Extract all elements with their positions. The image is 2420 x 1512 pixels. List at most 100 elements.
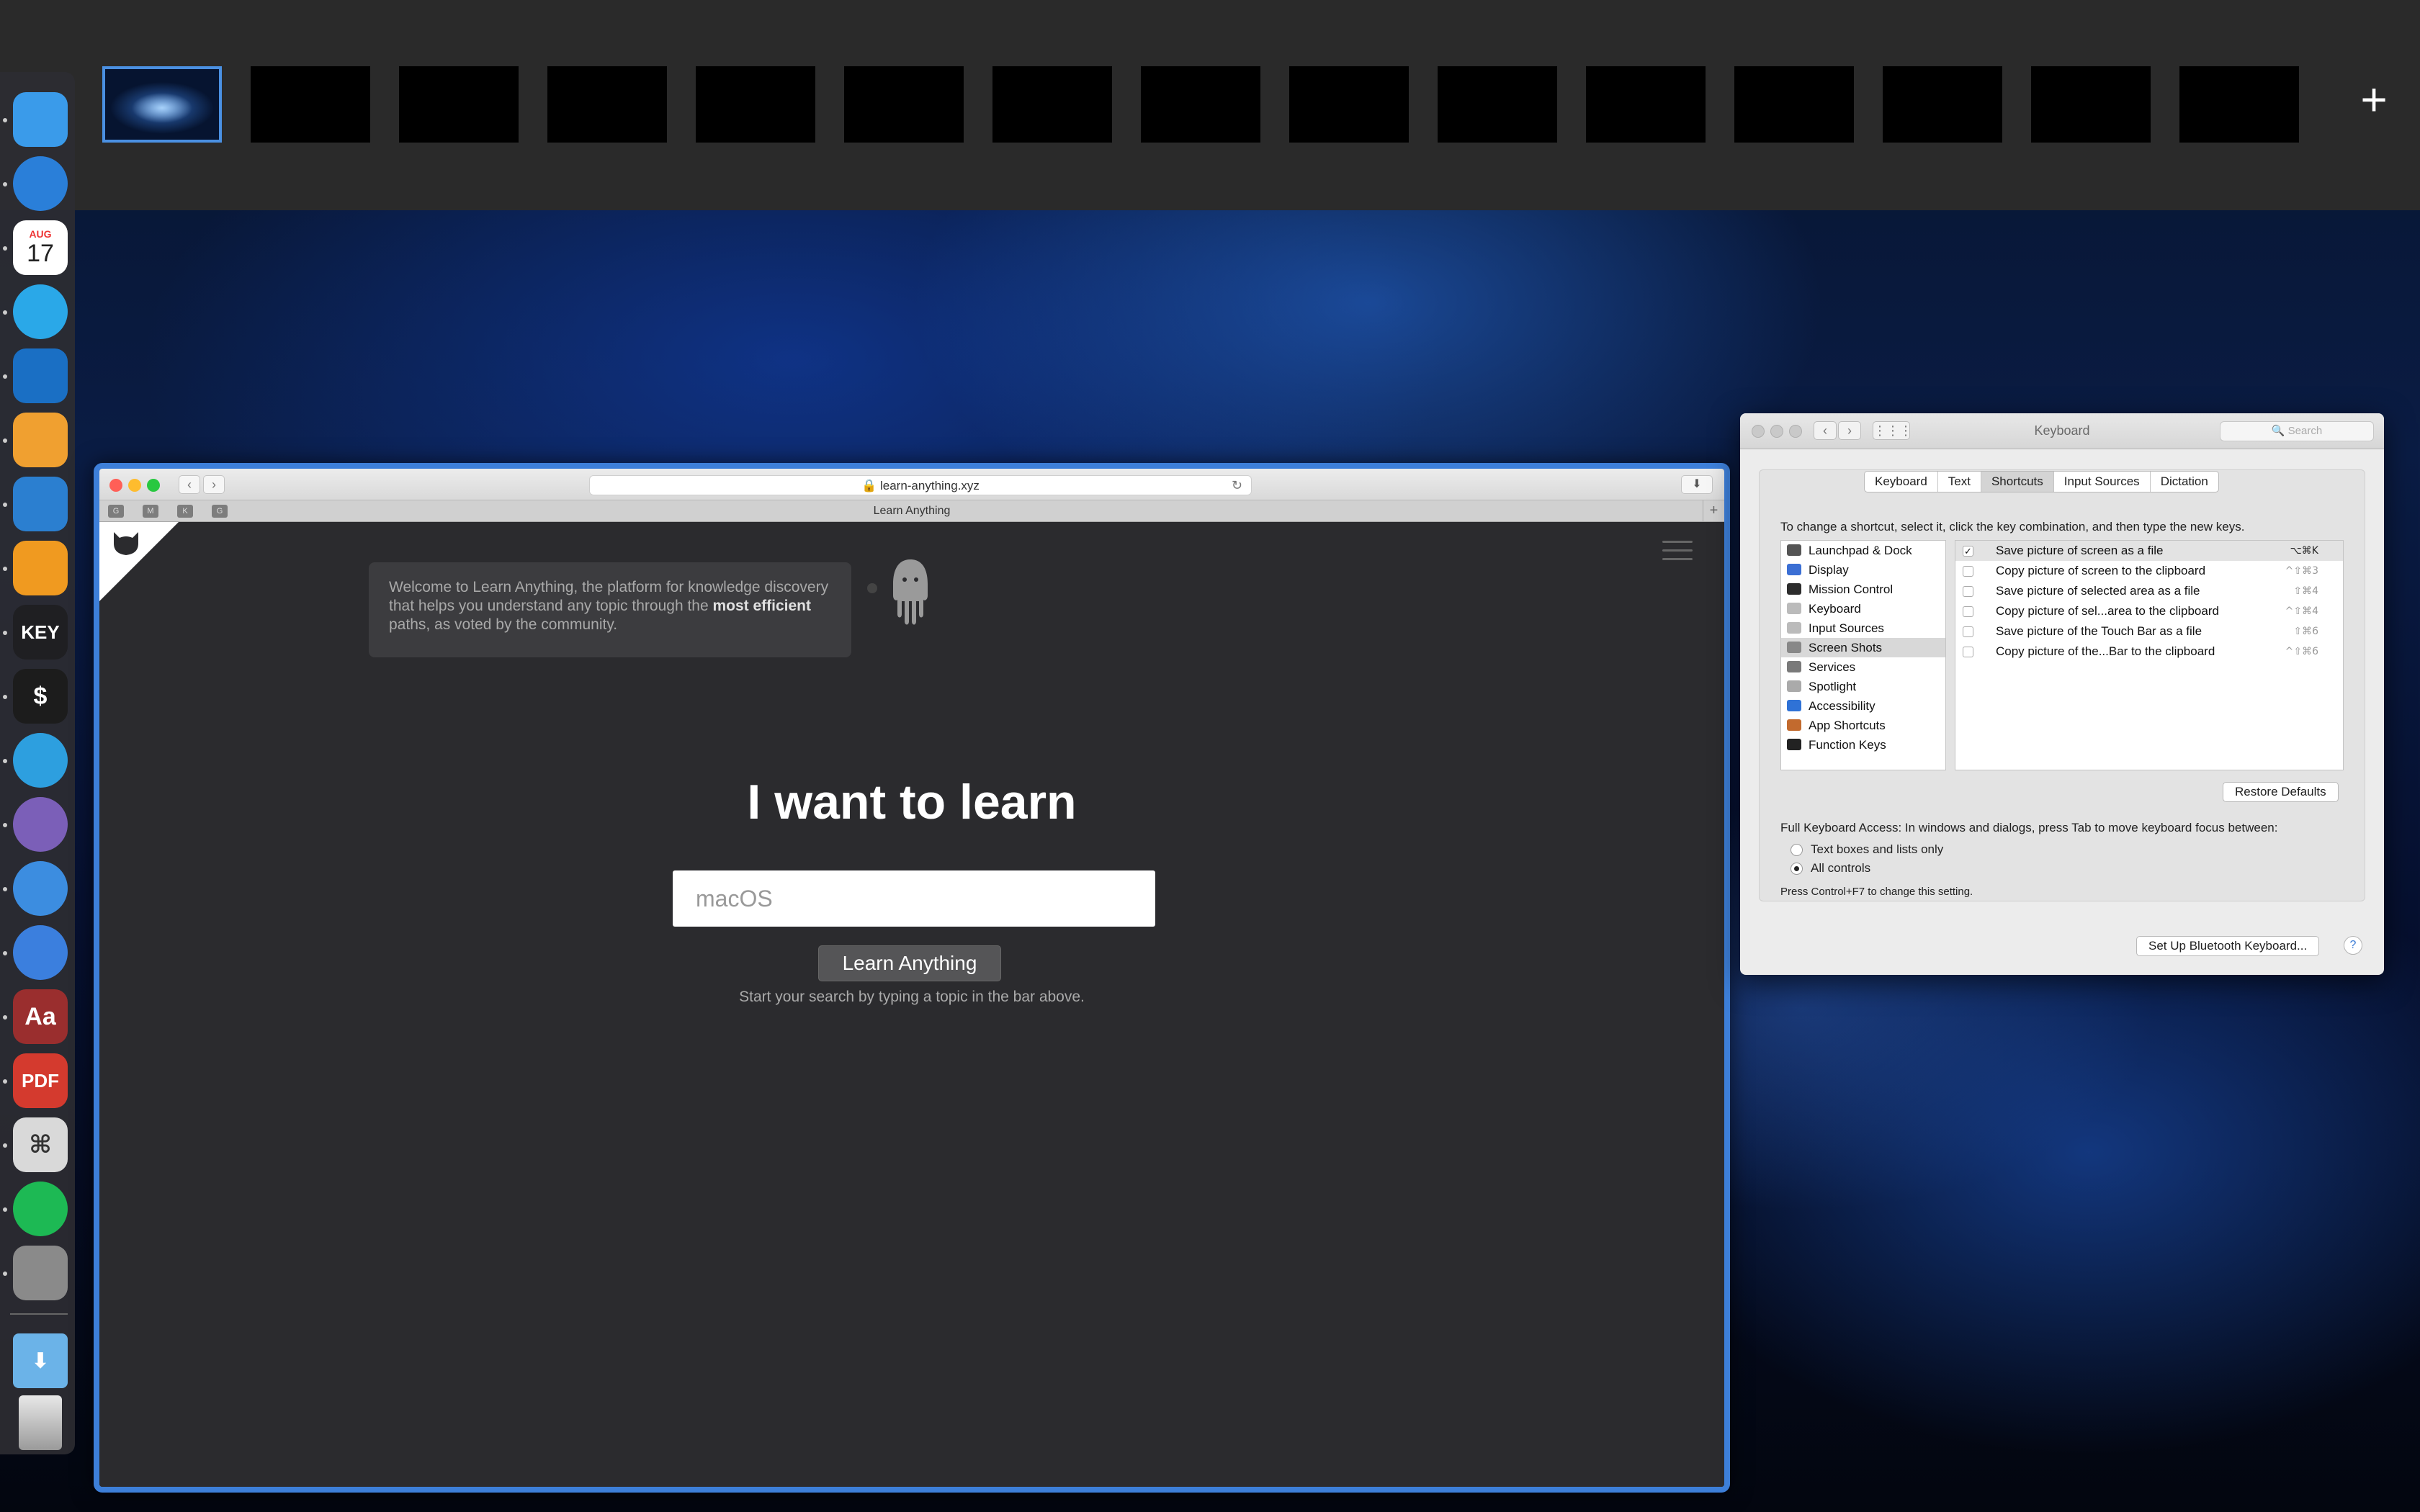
space-thumbnail[interactable] [1734, 66, 1854, 143]
shortcut-keys[interactable]: ⌥⌘K [2290, 541, 2318, 561]
category-icon [1787, 739, 1801, 750]
system-preferences-icon[interactable] [13, 1246, 68, 1300]
space-thumbnail[interactable] [1289, 66, 1409, 143]
close-window-button[interactable] [109, 479, 122, 492]
topic-search-input[interactable] [673, 870, 1155, 927]
shortcut-checkbox[interactable]: ✓ [1963, 546, 1973, 557]
spark-icon[interactable] [13, 925, 68, 980]
shortcut-checkbox[interactable] [1963, 606, 1973, 617]
tab-dictation[interactable]: Dictation [2151, 472, 2218, 492]
radio-button-selected[interactable] [1791, 863, 1803, 875]
category-item[interactable]: Keyboard [1781, 599, 1945, 618]
downloads-icon[interactable]: ⬇ [1681, 475, 1713, 494]
telegram-icon[interactable] [13, 733, 68, 788]
keynote-icon[interactable]: KEY [13, 605, 68, 660]
tweetbot-icon[interactable] [13, 797, 68, 852]
forward-button[interactable]: › [203, 475, 225, 494]
tweetbot-bird-icon[interactable] [13, 861, 68, 916]
tab-shortcuts[interactable]: Shortcuts [1981, 472, 2054, 492]
category-item[interactable]: Accessibility [1781, 696, 1945, 716]
category-item[interactable]: Mission Control [1781, 580, 1945, 599]
trash-icon[interactable] [19, 1395, 62, 1450]
pdf-icon[interactable]: PDF [13, 1053, 68, 1108]
github-octocat-icon[interactable] [109, 529, 143, 558]
shortcut-checkbox[interactable] [1963, 647, 1973, 657]
dictionary-icon[interactable]: Aa [13, 989, 68, 1044]
shortcut-row[interactable]: Copy picture of the...Bar to the clipboa… [1955, 642, 2343, 662]
shortcut-checkbox[interactable] [1963, 566, 1973, 577]
keyboard-preferences-window[interactable]: ‹ › ⋮⋮⋮ Keyboard 🔍 Search Keyboard Text Sh… [1740, 413, 2384, 975]
calendar-month: AUG [29, 228, 52, 240]
space-thumbnail[interactable] [1141, 66, 1260, 143]
space-thumbnail[interactable] [844, 66, 964, 143]
category-item[interactable]: Spotlight [1781, 677, 1945, 696]
terminal-icon[interactable]: $ [13, 669, 68, 724]
space-thumbnail[interactable] [1438, 66, 1557, 143]
shortcut-row[interactable]: Save picture of the Touch Bar as a file ⇧… [1955, 621, 2343, 642]
sublime-icon[interactable] [13, 541, 68, 595]
add-space-button[interactable]: + [2354, 76, 2394, 122]
finder-icon[interactable] [13, 92, 68, 147]
category-item[interactable]: Launchpad & Dock [1781, 541, 1945, 560]
downloads-folder-icon[interactable]: ⬇ [13, 1333, 68, 1388]
space-thumbnail[interactable] [1883, 66, 2002, 143]
category-item[interactable]: Display [1781, 560, 1945, 580]
vscode-icon[interactable] [13, 477, 68, 531]
menu-icon[interactable] [1662, 541, 1693, 562]
zoom-window-button[interactable] [147, 479, 160, 492]
space-thumbnail[interactable] [696, 66, 815, 143]
speech-dot [867, 583, 877, 593]
space-thumbnail[interactable] [547, 66, 667, 143]
space-thumbnail[interactable] [2031, 66, 2151, 143]
shortcut-checkbox[interactable] [1963, 586, 1973, 597]
space-thumbnail[interactable] [2179, 66, 2299, 143]
category-item[interactable]: Screen Shots [1781, 638, 1945, 657]
shortcut-row[interactable]: ✓ Save picture of screen as a file ⌥⌘K [1955, 541, 2343, 561]
shortcut-checkbox[interactable] [1963, 626, 1973, 637]
shortcut-keys[interactable]: ^⇧⌘3 [2285, 561, 2318, 581]
search-field[interactable]: 🔍 Search [2220, 421, 2374, 441]
space-thumbnail[interactable] [102, 66, 222, 143]
things-icon[interactable] [13, 284, 68, 339]
category-item[interactable]: Services [1781, 657, 1945, 677]
tab-title[interactable]: Learn Anything [99, 505, 1724, 518]
restore-defaults-button[interactable]: Restore Defaults [2223, 782, 2339, 802]
space-thumbnail[interactable] [1586, 66, 1706, 143]
space-thumbnail[interactable] [992, 66, 1112, 143]
shortcut-keys[interactable]: ⇧⌘4 [2293, 581, 2318, 601]
help-button[interactable]: ? [2344, 936, 2362, 955]
new-tab-button[interactable]: + [1703, 500, 1724, 522]
shortcut-row[interactable]: Save picture of selected area as a file ⇧… [1955, 581, 2343, 601]
learn-anything-button[interactable]: Learn Anything [818, 945, 1001, 981]
category-icon [1787, 622, 1801, 634]
browser-window[interactable]: ‹ › 🔒 learn-anything.xyz ↻ ⬇ G M K G Lea… [94, 463, 1730, 1493]
address-bar[interactable]: 🔒 learn-anything.xyz ↻ [589, 475, 1252, 495]
category-item[interactable]: Input Sources [1781, 618, 1945, 638]
tab-input-sources[interactable]: Input Sources [2054, 472, 2151, 492]
spotify-icon[interactable] [13, 1182, 68, 1236]
shortcut-keys[interactable]: ⇧⌘6 [2293, 621, 2318, 642]
shortcut-category-list[interactable]: Launchpad & Dock Display Mission Control Ke… [1780, 540, 1946, 770]
shortcut-list[interactable]: ✓ Save picture of screen as a file ⌥⌘K Copy… [1955, 540, 2344, 770]
setup-bluetooth-keyboard-button[interactable]: Set Up Bluetooth Keyboard... [2136, 936, 2320, 956]
space-thumbnail[interactable] [399, 66, 519, 143]
istat-icon[interactable] [13, 413, 68, 467]
welcome-bold: most efficient [712, 598, 812, 614]
category-item[interactable]: App Shortcuts [1781, 716, 1945, 735]
calendar-icon[interactable]: AUG 17 [13, 220, 68, 275]
tab-text[interactable]: Text [1938, 472, 1981, 492]
script-editor-icon[interactable]: ⌘ [13, 1117, 68, 1172]
trello-icon[interactable] [13, 348, 68, 403]
category-item[interactable]: Function Keys [1781, 735, 1945, 755]
minimize-window-button[interactable] [128, 479, 141, 492]
shortcut-row[interactable]: Copy picture of screen to the clipboard ^… [1955, 561, 2343, 581]
space-thumbnail[interactable] [251, 66, 370, 143]
shortcut-row[interactable]: Copy picture of sel...area to the clipbo… [1955, 601, 2343, 621]
back-button[interactable]: ‹ [179, 475, 200, 494]
radio-button[interactable] [1791, 844, 1803, 856]
shortcut-keys[interactable]: ^⇧⌘6 [2285, 642, 2318, 662]
shortcut-keys[interactable]: ^⇧⌘4 [2285, 601, 2318, 621]
tab-keyboard[interactable]: Keyboard [1865, 472, 1938, 492]
safari-icon[interactable] [13, 156, 68, 211]
reload-icon[interactable]: ↻ [1232, 476, 1242, 495]
